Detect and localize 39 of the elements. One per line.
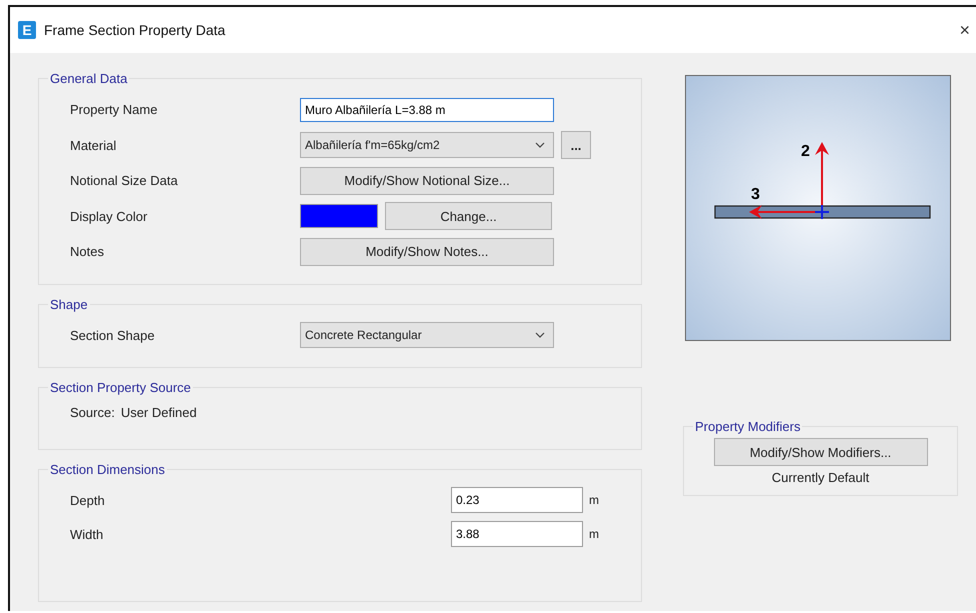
modifiers-status: Currently Default bbox=[772, 470, 870, 485]
axis-label: 3 bbox=[751, 186, 760, 203]
field-label: Material bbox=[69, 138, 118, 153]
chevron-down-icon bbox=[535, 142, 545, 148]
property-name-field[interactable]: Muro Albañilería L=3.88 m bbox=[300, 98, 554, 122]
change-button[interactable]: Change... bbox=[385, 202, 552, 230]
field-label: Section Shape bbox=[69, 328, 156, 343]
action-button[interactable]: Modify/Show Notes... bbox=[300, 238, 554, 266]
window-title: Frame Section Property Data bbox=[44, 22, 226, 38]
source-label: Source: bbox=[70, 405, 115, 420]
modifiers-button[interactable]: Modify/Show Modifiers... bbox=[714, 438, 928, 466]
axis-2-arrow bbox=[815, 142, 829, 205]
dimension-field[interactable]: 0.23 bbox=[451, 487, 583, 513]
axis-label: 2 bbox=[801, 143, 810, 160]
source-value: User Defined bbox=[120, 405, 197, 420]
axis-3-arrow bbox=[749, 205, 815, 219]
unit-label: m bbox=[589, 493, 599, 507]
group-legend: Section Dimensions bbox=[48, 462, 167, 477]
color-swatch[interactable] bbox=[300, 204, 378, 228]
app-icon: E bbox=[18, 21, 36, 39]
field-label: Notional Size Data bbox=[69, 173, 179, 188]
action-button[interactable]: Modify/Show Notional Size... bbox=[300, 166, 554, 195]
unit-label: m bbox=[589, 527, 599, 541]
field-label: Width bbox=[69, 526, 104, 542]
group-legend: General Data bbox=[48, 71, 130, 86]
chevron-down-icon bbox=[535, 332, 545, 338]
origin-cross-icon bbox=[814, 204, 830, 220]
field-label: Property Name bbox=[69, 102, 158, 118]
section-shape-dropdown[interactable]: Concrete Rectangular bbox=[300, 322, 554, 348]
field-label: Display Color bbox=[69, 208, 148, 224]
group-legend: Property Modifiers bbox=[693, 419, 802, 434]
field-label: Depth bbox=[69, 492, 106, 508]
field-label: Notes bbox=[69, 244, 105, 260]
group-legend: Shape bbox=[48, 296, 90, 312]
group-legend: Section Property Source bbox=[48, 380, 193, 395]
close-button[interactable]: × bbox=[959, 20, 970, 40]
browse-button[interactable]: ... bbox=[561, 131, 591, 160]
dimension-field[interactable]: 3.88 bbox=[451, 521, 583, 547]
material-dropdown[interactable]: Albañilería f'm=65kg/cm2 bbox=[300, 132, 554, 158]
